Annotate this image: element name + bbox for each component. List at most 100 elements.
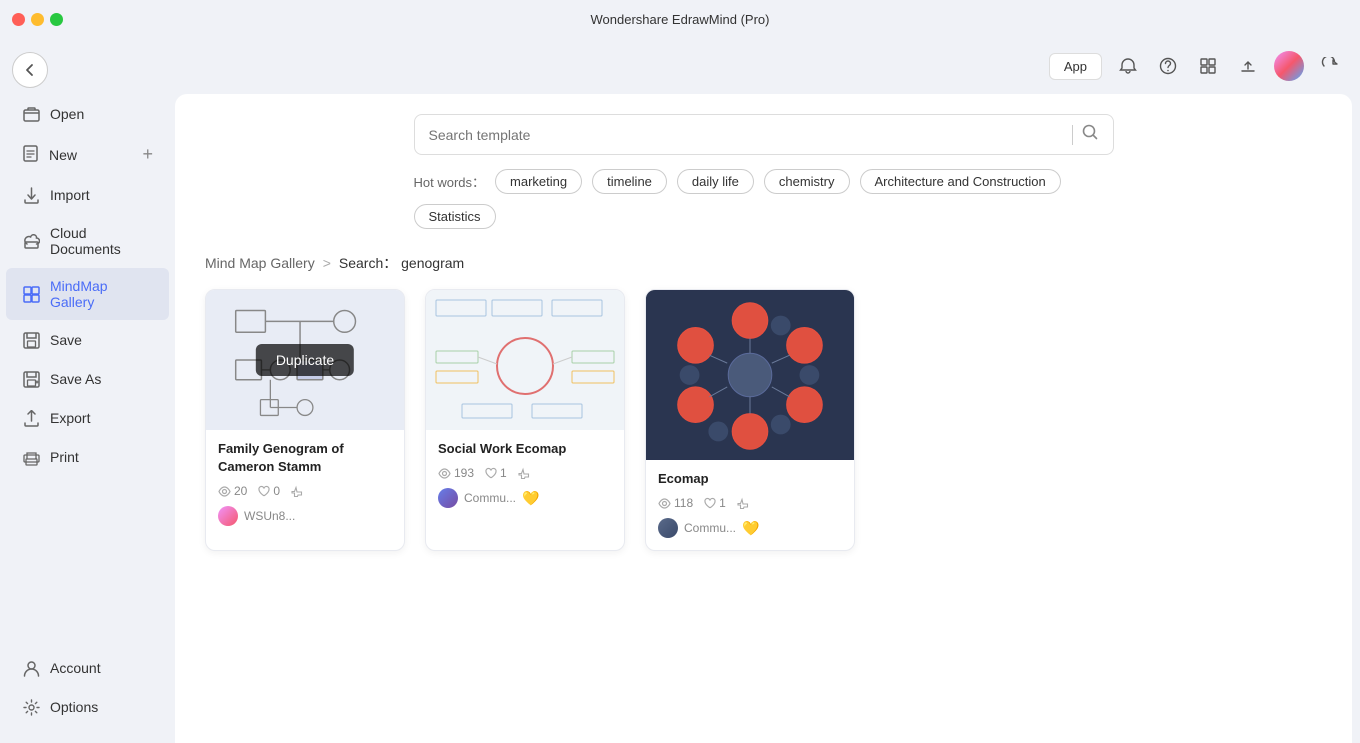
export-label: Export — [50, 410, 90, 426]
card-stats-1: 20 0 — [218, 484, 392, 498]
save-icon — [22, 331, 40, 349]
search-divider — [1072, 125, 1073, 145]
sidebar-item-save[interactable]: Save — [6, 321, 169, 359]
options-icon — [22, 698, 40, 716]
card-thumbs-3 — [736, 497, 749, 510]
new-label: New — [49, 147, 77, 163]
card-stats-3: 118 1 — [658, 496, 842, 510]
import-icon — [22, 186, 40, 204]
author-name-3: Commu... — [684, 521, 736, 535]
close-button[interactable] — [12, 13, 25, 26]
card-social-ecomap[interactable]: Social Work Ecomap 193 1 — [425, 289, 625, 551]
breadcrumb-gallery[interactable]: Mind Map Gallery — [205, 255, 315, 271]
hot-words-label: Hot words： — [414, 172, 486, 191]
sidebar-top: Open New + — [0, 94, 175, 648]
titlebar: Wondershare EdrawMind (Pro) — [0, 0, 1360, 38]
sidebar-item-save-as[interactable]: Save As — [6, 360, 169, 398]
breadcrumb: Mind Map Gallery > Search： genogram — [205, 253, 1322, 273]
hot-word-daily-life[interactable]: daily life — [677, 169, 754, 194]
card-title-2: Social Work Ecomap — [438, 440, 612, 458]
card-likes-2: 1 — [484, 466, 507, 480]
sidebar-item-new[interactable]: New + — [6, 134, 169, 175]
card-views-1: 20 — [218, 484, 247, 498]
sidebar-item-open[interactable]: Open — [6, 95, 169, 133]
breadcrumb-query: genogram — [401, 255, 464, 271]
hot-word-timeline[interactable]: timeline — [592, 169, 667, 194]
print-icon — [22, 448, 40, 466]
new-icon — [22, 145, 39, 165]
author-name-2: Commu... — [464, 491, 516, 505]
card-likes-3: 1 — [703, 496, 726, 510]
import-label: Import — [50, 187, 90, 203]
premium-badge-2: 💛 — [522, 490, 539, 507]
sidebar-item-mindmap-gallery[interactable]: MindMap Gallery — [6, 268, 169, 320]
ecomap2-thumb-svg — [432, 296, 618, 424]
card-body-3: Ecomap 118 1 — [646, 460, 854, 550]
notification-icon[interactable] — [1114, 52, 1142, 80]
cards-grid: Duplicate Family Genogram of Cameron Sta… — [205, 289, 1322, 551]
hot-words: Hot words： marketing timeline daily life… — [414, 169, 1114, 229]
card-thumbs-2 — [517, 467, 530, 480]
gallery-icon — [22, 285, 40, 303]
card-family-genogram[interactable]: Duplicate Family Genogram of Cameron Sta… — [205, 289, 405, 551]
app-title: Wondershare EdrawMind (Pro) — [591, 12, 770, 27]
ecomap-thumb-svg — [646, 290, 854, 460]
topbar: App — [175, 38, 1360, 94]
search-icon[interactable] — [1081, 123, 1099, 146]
cloud-upload-icon[interactable] — [1234, 52, 1262, 80]
hot-word-chemistry[interactable]: chemistry — [764, 169, 850, 194]
app-button[interactable]: App — [1049, 53, 1102, 80]
card-thumbnail-1: Duplicate — [206, 290, 404, 430]
duplicate-overlay[interactable]: Duplicate — [256, 344, 354, 376]
card-author-3: Commu... 💛 — [658, 518, 842, 538]
save-label: Save — [50, 332, 82, 348]
card-thumbnail-3 — [646, 290, 854, 460]
sidebar-item-options[interactable]: Options — [6, 688, 169, 726]
sidebar-item-account[interactable]: Account — [6, 649, 169, 687]
export-icon — [22, 409, 40, 427]
minimize-button[interactable] — [31, 13, 44, 26]
user-avatar[interactable] — [1274, 51, 1304, 81]
grid-icon[interactable] — [1194, 52, 1222, 80]
main-layout: Open New + — [0, 38, 1360, 743]
card-views-2: 193 — [438, 466, 474, 480]
window-controls — [12, 13, 63, 26]
hot-word-statistics[interactable]: Statistics — [414, 204, 496, 229]
premium-badge-3: 💛 — [742, 520, 759, 537]
sidebar-item-import[interactable]: Import — [6, 176, 169, 214]
sidebar-item-print[interactable]: Print — [6, 438, 169, 476]
save-as-label: Save As — [50, 371, 101, 387]
back-button[interactable] — [12, 52, 48, 88]
card-views-3: 118 — [658, 496, 693, 510]
card-title-1: Family Genogram of Cameron Stamm — [218, 440, 392, 476]
breadcrumb-separator: > — [323, 255, 331, 271]
card-ecomap[interactable]: Ecomap 118 1 — [645, 289, 855, 551]
card-thumbnail-2 — [426, 290, 624, 430]
hot-word-marketing[interactable]: marketing — [495, 169, 582, 194]
search-bar — [414, 114, 1114, 155]
help-icon[interactable] — [1154, 52, 1182, 80]
sidebar-item-cloud[interactable]: Cloud Documents — [6, 215, 169, 267]
new-plus-icon: + — [142, 144, 153, 165]
refresh-icon[interactable] — [1316, 52, 1344, 80]
sidebar-item-export[interactable]: Export — [6, 399, 169, 437]
card-author-2: Commu... 💛 — [438, 488, 612, 508]
author-avatar-2 — [438, 488, 458, 508]
mindmap-gallery-label: MindMap Gallery — [50, 278, 153, 310]
maximize-button[interactable] — [50, 13, 63, 26]
breadcrumb-search: Search： genogram — [339, 253, 464, 273]
account-label: Account — [50, 660, 101, 676]
search-input[interactable] — [429, 127, 1064, 143]
options-label: Options — [50, 699, 98, 715]
sidebar: Open New + — [0, 38, 175, 743]
card-likes-1: 0 — [257, 484, 280, 498]
card-stats-2: 193 1 — [438, 466, 612, 480]
cloud-icon — [22, 232, 40, 250]
account-icon — [22, 659, 40, 677]
cloud-docs-label: Cloud Documents — [50, 225, 153, 257]
open-label: Open — [50, 106, 84, 122]
sidebar-bottom: Account Options — [0, 648, 175, 735]
author-name-1: WSUn8... — [244, 509, 295, 523]
hot-word-architecture[interactable]: Architecture and Construction — [860, 169, 1061, 194]
card-title-3: Ecomap — [658, 470, 842, 488]
